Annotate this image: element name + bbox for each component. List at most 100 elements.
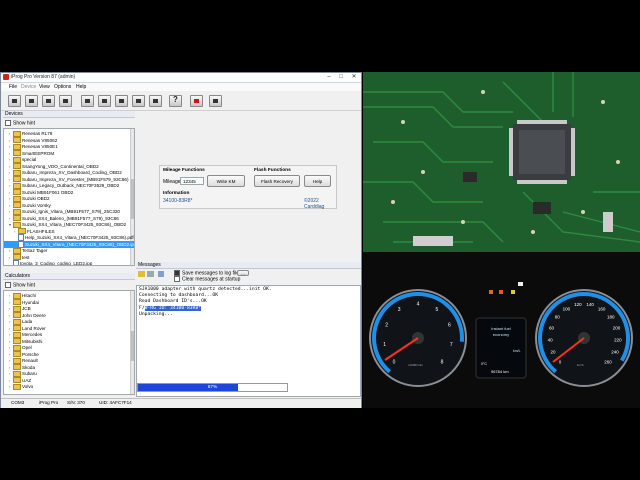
status-uid: UID: 4AFC7F14 [99,400,132,405]
app-icon [3,74,9,80]
devices-panel: Devices Show hint › Renesas RL78 › Renesas … [3,111,135,266]
messages-panel: Messages Save messages to log file ... C… [136,262,361,397]
tree-item-label: Subaru [22,371,37,376]
tree-item-label: test [22,254,30,260]
folder-icon [13,383,21,390]
tree-item-label: Skoda [22,364,36,370]
tree-item-label: Suzuki_SX4_Baleno_(MB91F577_S79)_93C86 [22,215,119,221]
tree-item-label: Renesas V850E1 [22,144,58,149]
open-log-icon[interactable] [138,271,145,277]
clear-startup-option[interactable]: Clear messages at startup [174,276,240,282]
gauge-scale-label: 260 [604,360,612,365]
tree-item-label: John Deere [22,312,46,318]
gauge-scale-label: 60 [549,325,555,330]
tree-item-label: Help_Suzuki_SX4_Vitara_(NEC70F3425_93C86… [25,235,134,240]
calculators-tree[interactable]: › Hitachi › Hyundai › JCB › John Deere › Lada › Lan… [3,290,135,395]
devices-scroll-thumb[interactable] [131,179,134,219]
tree-item-label: Renault [22,358,38,363]
odometer: 96784 km [491,369,509,374]
progress-bar: 67% [137,383,288,392]
devices-tree[interactable]: › Renesas RL78 › Renesas V85062 › Renesas V85… [3,128,135,266]
gauge-scale-label: 20 [550,350,556,355]
copy-log-icon[interactable] [158,271,164,277]
minimize-button[interactable]: – [323,73,335,81]
progress-text: 67% [207,385,218,390]
write-km-button[interactable]: Write KM [207,175,245,187]
log-icon[interactable] [209,95,222,107]
clear-startup-label: Clear messages at startup [182,276,241,283]
write-icon[interactable] [98,95,111,107]
tree-item-label: Suzuki_SX4_Vitara_(NEC70F3425_93C86)_OBD… [25,241,135,247]
outside-temp: 0°C [481,362,487,366]
gauge-scale-label: 240 [611,350,619,355]
clear-log-icon[interactable] [147,271,154,277]
calc-folder-item[interactable]: › Volvo [4,383,33,390]
gauge-scale-label: 140 [586,302,594,307]
show-hint-label: Show hint [13,120,35,127]
menu-file[interactable]: File [9,84,17,90]
load-file-icon[interactable] [25,95,38,107]
tree-item-label: UAZ [22,377,32,383]
log-line-5: Unpacking... [139,311,173,317]
close-button[interactable]: ✕ [348,73,360,81]
gauge-scale-label: 40 [548,338,554,343]
gauge-scale-label: 3 [398,307,401,313]
gauge-scale-label: 2 [385,323,388,329]
help-icon[interactable] [169,95,182,107]
window-title: iProg Pro Version 87 (admin) [11,74,76,80]
write-km-label: Write KM [216,179,236,184]
tree-item-label: Opel [22,345,32,350]
info-title: Information [163,191,190,196]
gauge-scale-label: 5 [436,307,439,313]
stop-icon[interactable] [190,95,203,107]
devices-show-hint[interactable]: Show hint [5,120,35,126]
iprog-window: iProg Pro Version 87 (admin) – □ ✕ File … [0,72,362,408]
gauge-scale-label: 1 [383,342,386,348]
settings-icon[interactable] [149,95,162,107]
calc-scrollbar[interactable] [130,291,134,394]
cluster-illustration: 012345678 020406080100120 140160180200220… [363,252,640,408]
tree-file-item[interactable]: toyota_3_Coding_coding_LED2.ipp [4,260,92,265]
calculators-panel: Calculators Show hint › Hitachi › Hyundai › J… [3,273,135,395]
read-icon[interactable] [81,95,94,107]
calc-scroll-thumb[interactable] [131,331,134,361]
calc-show-hint[interactable]: Show hint [5,282,35,288]
tree-item-label: Subaru_Impreza_XV_Dashboard_Coding_OBD2 [22,170,122,175]
gauge-scale-label: 8 [441,360,444,366]
status-bar: COM3 iProg Pro S/N: 370 UID: 4AFC7F14 [1,398,361,408]
maximize-button[interactable]: □ [335,73,347,81]
menu-device[interactable]: Device [21,84,36,90]
menu-bar: File Device View Options Help [1,83,361,91]
open-device-icon[interactable] [8,95,21,107]
gauge-scale-label: 6 [448,323,451,329]
gauge-scale-label: 180 [607,315,615,320]
tree-item-label: Porsche [22,351,39,357]
tree-item-label: Mitsubishi [22,338,43,344]
speed-unit: km/h [577,363,584,367]
mileage-input[interactable]: 12345 [180,177,204,185]
display-unit: km/L [513,349,521,353]
tree-item-label: TeSaz Tager [22,248,48,253]
flash-recovery-label: Flash Recovery [261,179,293,184]
toolbar [1,92,361,111]
tree-item-label: Subaru_Legacy_Outback_NEC70F3529_OBD2 [22,183,120,188]
gauge-scale-label: 7 [450,342,453,348]
tree-item-label: Suzuki_SX4_Vitara_(NEC70F3425_93C86)_OBD… [22,222,127,227]
verify-icon[interactable] [115,95,128,107]
display-line2: economy [493,332,509,337]
pcb-illustration [363,72,640,252]
messages-log: SJA1000 adapter with quartz detected...i… [136,285,361,397]
connect-icon[interactable] [59,95,72,107]
tree-item-label: Suzuki OBD2 [22,196,50,201]
save-file-icon[interactable] [42,95,55,107]
help-button[interactable]: Help [304,175,331,187]
status-port: COM3 [11,400,25,405]
menu-options[interactable]: Options [54,84,71,90]
tree-item-label: SsangYong_VDO_Continental_OBD2 [22,163,99,169]
erase-icon[interactable] [132,95,145,107]
tree-item-label: Mercedes [22,332,43,337]
title-bar[interactable]: iProg Pro Version 87 (admin) – □ ✕ [1,73,361,83]
menu-help[interactable]: Help [76,84,86,90]
flash-recovery-button[interactable]: Flash Recovery [254,175,300,187]
menu-view[interactable]: View [39,84,50,90]
